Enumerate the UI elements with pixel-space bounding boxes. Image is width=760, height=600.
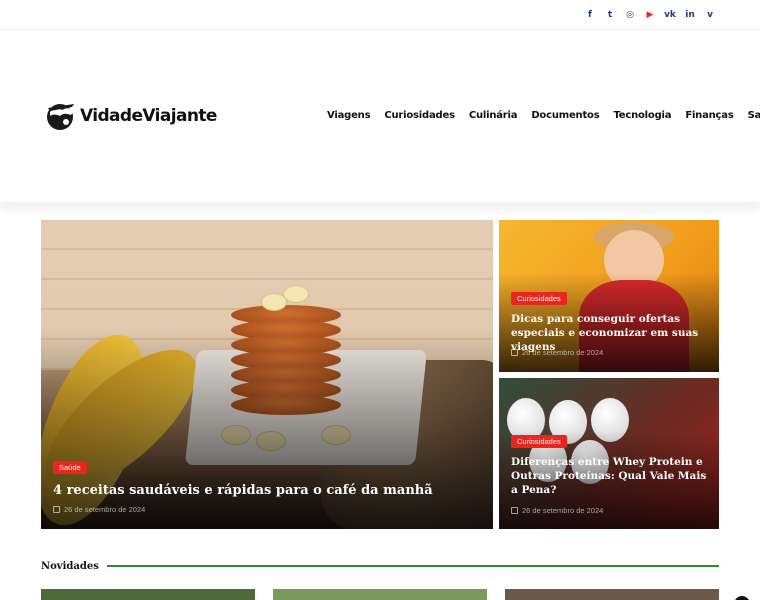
category-badge[interactable]: Curiosidades [511,292,567,305]
nav-item-financas[interactable]: Finanças [685,110,733,121]
calendar-icon [53,506,60,513]
facebook-icon[interactable]: f [580,8,600,22]
section-header: Novidades [41,559,719,573]
section-divider [106,565,719,567]
post-thumbnail[interactable] [505,589,719,600]
calendar-icon [511,349,518,356]
post-date: 26 de setembro de 2024 [511,506,603,515]
nav-item-culinaria[interactable]: Culinária [469,110,518,121]
side-post-title[interactable]: Diferenças entre Whey Protein e Outras P… [511,455,711,497]
youtube-icon[interactable]: ▶ [640,8,660,22]
post-thumbnail[interactable] [41,589,255,600]
nav-item-saude[interactable]: Saúde [748,110,760,121]
instagram-icon[interactable]: ◎ [620,8,640,22]
featured-post-title[interactable]: 4 receitas saudáveis e rápidas para o ca… [53,482,473,499]
post-date-text: 26 de setembro de 2024 [522,348,604,357]
site-logo[interactable]: VidadeViajante [44,100,217,132]
category-badge[interactable]: Curiosidades [511,435,567,448]
scroll-to-top-button[interactable] [734,596,750,600]
top-bar: f t ◎ ▶ vk in v [0,0,760,30]
post-thumbnail[interactable] [273,589,487,600]
logo-globe-icon [47,104,74,130]
calendar-icon [511,507,518,514]
category-badge[interactable]: Saúde [53,461,87,474]
main-nav: Viagens Curiosidades Culinária Documento… [327,110,760,121]
post-date: 26 de setembro de 2024 [53,505,145,514]
post-date-text: 26 de setembro de 2024 [64,505,146,514]
post-date: 26 de setembro de 2024 [511,348,603,357]
side-post-card[interactable]: Curiosidades Diferenças entre Whey Prote… [499,378,719,529]
nav-item-viagens[interactable]: Viagens [327,110,371,121]
vimeo-icon[interactable]: v [700,8,720,22]
site-header: VidadeViajante Viagens Curiosidades Culi… [0,30,760,202]
nav-item-tecnologia[interactable]: Tecnologia [613,110,671,121]
featured-post-card[interactable]: Saúde 4 receitas saudáveis e rápidas par… [41,220,493,529]
side-post-card[interactable]: Curiosidades Dicas para conseguir oferta… [499,220,719,372]
nav-item-curiosidades[interactable]: Curiosidades [384,110,455,121]
social-links: f t ◎ ▶ vk in v [580,8,720,22]
site-name: VidadeViajante [80,106,217,126]
vk-icon[interactable]: vk [660,8,680,22]
nav-item-documentos[interactable]: Documentos [531,110,599,121]
section-title: Novidades [41,560,99,572]
twitter-icon[interactable]: t [600,8,620,22]
post-date-text: 26 de setembro de 2024 [522,506,604,515]
linkedin-icon[interactable]: in [680,8,700,22]
